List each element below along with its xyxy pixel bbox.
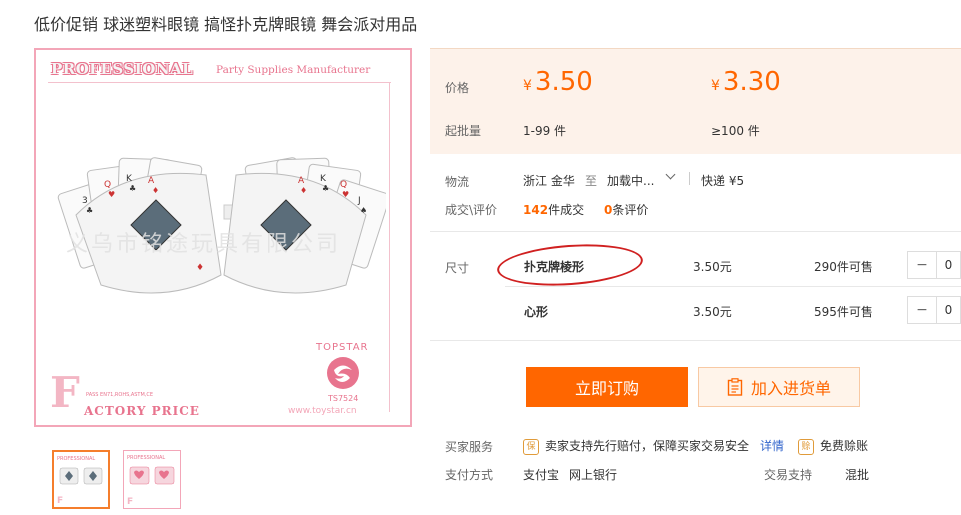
logistics-label: 物流 — [445, 175, 470, 189]
product-title: 低价促销 球迷塑料眼镜 搞怪扑克牌眼镜 舞会派对用品 — [34, 15, 418, 34]
svg-text:F: F — [127, 497, 133, 507]
image-model-code: TS7524 — [328, 394, 359, 403]
svg-text:J: J — [357, 196, 361, 206]
svg-text:A: A — [298, 176, 305, 186]
svg-text:PROFESSIONAL: PROFESSIONAL — [127, 455, 165, 461]
add-to-cart-label: 加入进货单 — [750, 379, 831, 398]
logistics-from: 浙江 金华 — [523, 174, 575, 188]
reviews-count[interactable]: 0条评价 — [604, 201, 648, 218]
section-divider — [430, 231, 961, 232]
order-now-button[interactable]: 立即订购 — [526, 367, 688, 407]
size-option-stock: 595件可售 — [814, 305, 873, 319]
price-tier-1-value: 3.50 — [534, 67, 593, 97]
payment-label: 支付方式 — [445, 468, 494, 482]
thumbnail-1[interactable]: PROFESSIONAL F — [52, 450, 110, 509]
svg-text:♠: ♠ — [360, 206, 367, 215]
thumbnail-1-image: PROFESSIONAL F — [54, 452, 108, 507]
svg-text:♥: ♥ — [342, 190, 349, 199]
svg-text:♣: ♣ — [129, 184, 136, 193]
svg-text:♥: ♥ — [108, 190, 115, 199]
payment-method-bank: 网上银行 — [569, 468, 618, 482]
currency-symbol: ¥ — [523, 78, 532, 94]
price-tier-2: ¥3.30 — [711, 67, 781, 97]
deals-label: 成交\评价 — [445, 203, 498, 217]
size-label: 尺寸 — [445, 261, 470, 275]
service-free-credit-text: 免费赊账 — [820, 439, 869, 453]
service-guarantee-text: 卖家支持先行赔付，保障买家交易安全 — [545, 439, 750, 453]
image-divider-vertical — [389, 82, 390, 412]
logistics-express: 快递 ¥5 — [701, 174, 745, 188]
size-option-price: 3.50元 — [693, 305, 732, 319]
service-guarantee: 保卖家支持先行赔付，保障买家交易安全 — [523, 437, 749, 455]
quantity-value[interactable]: 0 — [937, 252, 960, 278]
svg-text:3: 3 — [82, 196, 88, 206]
reviews-count-suffix: 条评价 — [612, 203, 649, 217]
image-sub-text: Party Supplies Manufacturer — [216, 64, 371, 76]
size-option-price: 3.50元 — [693, 260, 732, 274]
image-logo-text: TOPSTAR — [316, 342, 369, 353]
svg-text:PROFESSIONAL: PROFESSIONAL — [57, 456, 95, 462]
annotation-circle — [495, 239, 645, 291]
section-divider — [430, 340, 961, 341]
image-watermark: 义乌市铭途玩具有限公司 — [66, 232, 342, 257]
thumbnail-2[interactable]: PROFESSIONAL F — [123, 450, 181, 509]
svg-text:♣: ♣ — [322, 184, 329, 193]
logistics-destination-select[interactable]: 加载中... — [607, 172, 654, 189]
svg-text:Q: Q — [340, 180, 347, 190]
price-label: 价格 — [445, 81, 470, 95]
moq-label: 起批量 — [445, 124, 482, 138]
add-to-cart-button[interactable]: 加入进货单 — [698, 367, 860, 407]
image-footer-text: ACTORY PRICE — [84, 404, 200, 418]
quantity-stepper[interactable]: − 0 — [907, 296, 961, 324]
logistics-to-word: 至 — [585, 174, 598, 188]
image-divider — [48, 82, 391, 83]
image-brand-text: PROFESSIONAL — [51, 60, 194, 78]
svg-text:F: F — [57, 496, 63, 506]
quantity-stepper[interactable]: − 0 — [907, 251, 961, 279]
topstar-logo-icon — [327, 357, 359, 389]
price-tier-1: ¥3.50 — [523, 67, 593, 97]
main-product-image[interactable]: PROFESSIONAL Party Supplies Manufacturer… — [34, 48, 412, 427]
deals-count-suffix: 件成交 — [548, 203, 585, 217]
chevron-down-icon[interactable] — [665, 169, 676, 180]
svg-text:♣: ♣ — [86, 206, 93, 215]
deals-count-value: 142 — [523, 203, 549, 217]
size-option-stock: 290件可售 — [814, 260, 873, 274]
price-panel — [430, 48, 961, 154]
svg-text:♦: ♦ — [300, 186, 307, 195]
service-label: 买家服务 — [445, 440, 494, 454]
image-big-letter: F — [50, 368, 80, 417]
payment-method-alipay: 支付宝 — [523, 468, 560, 482]
service-detail-link[interactable]: 详情 — [760, 437, 784, 454]
thumbnail-2-image: PROFESSIONAL F — [124, 451, 180, 508]
credit-icon: 赊 — [798, 438, 814, 455]
deals-count: 142件成交 — [523, 201, 584, 218]
guarantee-shield-icon: 保 — [523, 438, 539, 455]
clipboard-icon — [727, 378, 743, 396]
svg-text:♦: ♦ — [152, 186, 159, 195]
size-row-divider — [505, 286, 961, 287]
image-certifications: PASS EN71,ROHS,ASTM,CE — [86, 392, 154, 398]
service-free-credit[interactable]: 赊免费赊账 — [798, 437, 868, 455]
svg-text:A: A — [148, 176, 155, 186]
size-option-name: 心形 — [524, 305, 549, 319]
quantity-value[interactable]: 0 — [937, 297, 960, 323]
price-tier-2-value: 3.30 — [722, 67, 781, 97]
tier-1-range: 1-99 件 — [523, 124, 567, 138]
image-url: www.toystar.cn — [288, 406, 357, 416]
logistics-divider — [689, 172, 690, 185]
decrement-button[interactable]: − — [908, 252, 937, 278]
tier-2-range: ≥100 件 — [711, 124, 760, 138]
svg-text:Q: Q — [104, 180, 111, 190]
trade-support-label: 交易支持 — [764, 468, 813, 482]
trade-support-value: 混批 — [845, 468, 870, 482]
decrement-button[interactable]: − — [908, 297, 937, 323]
currency-symbol: ¥ — [711, 78, 720, 94]
svg-text:♦: ♦ — [196, 263, 204, 273]
